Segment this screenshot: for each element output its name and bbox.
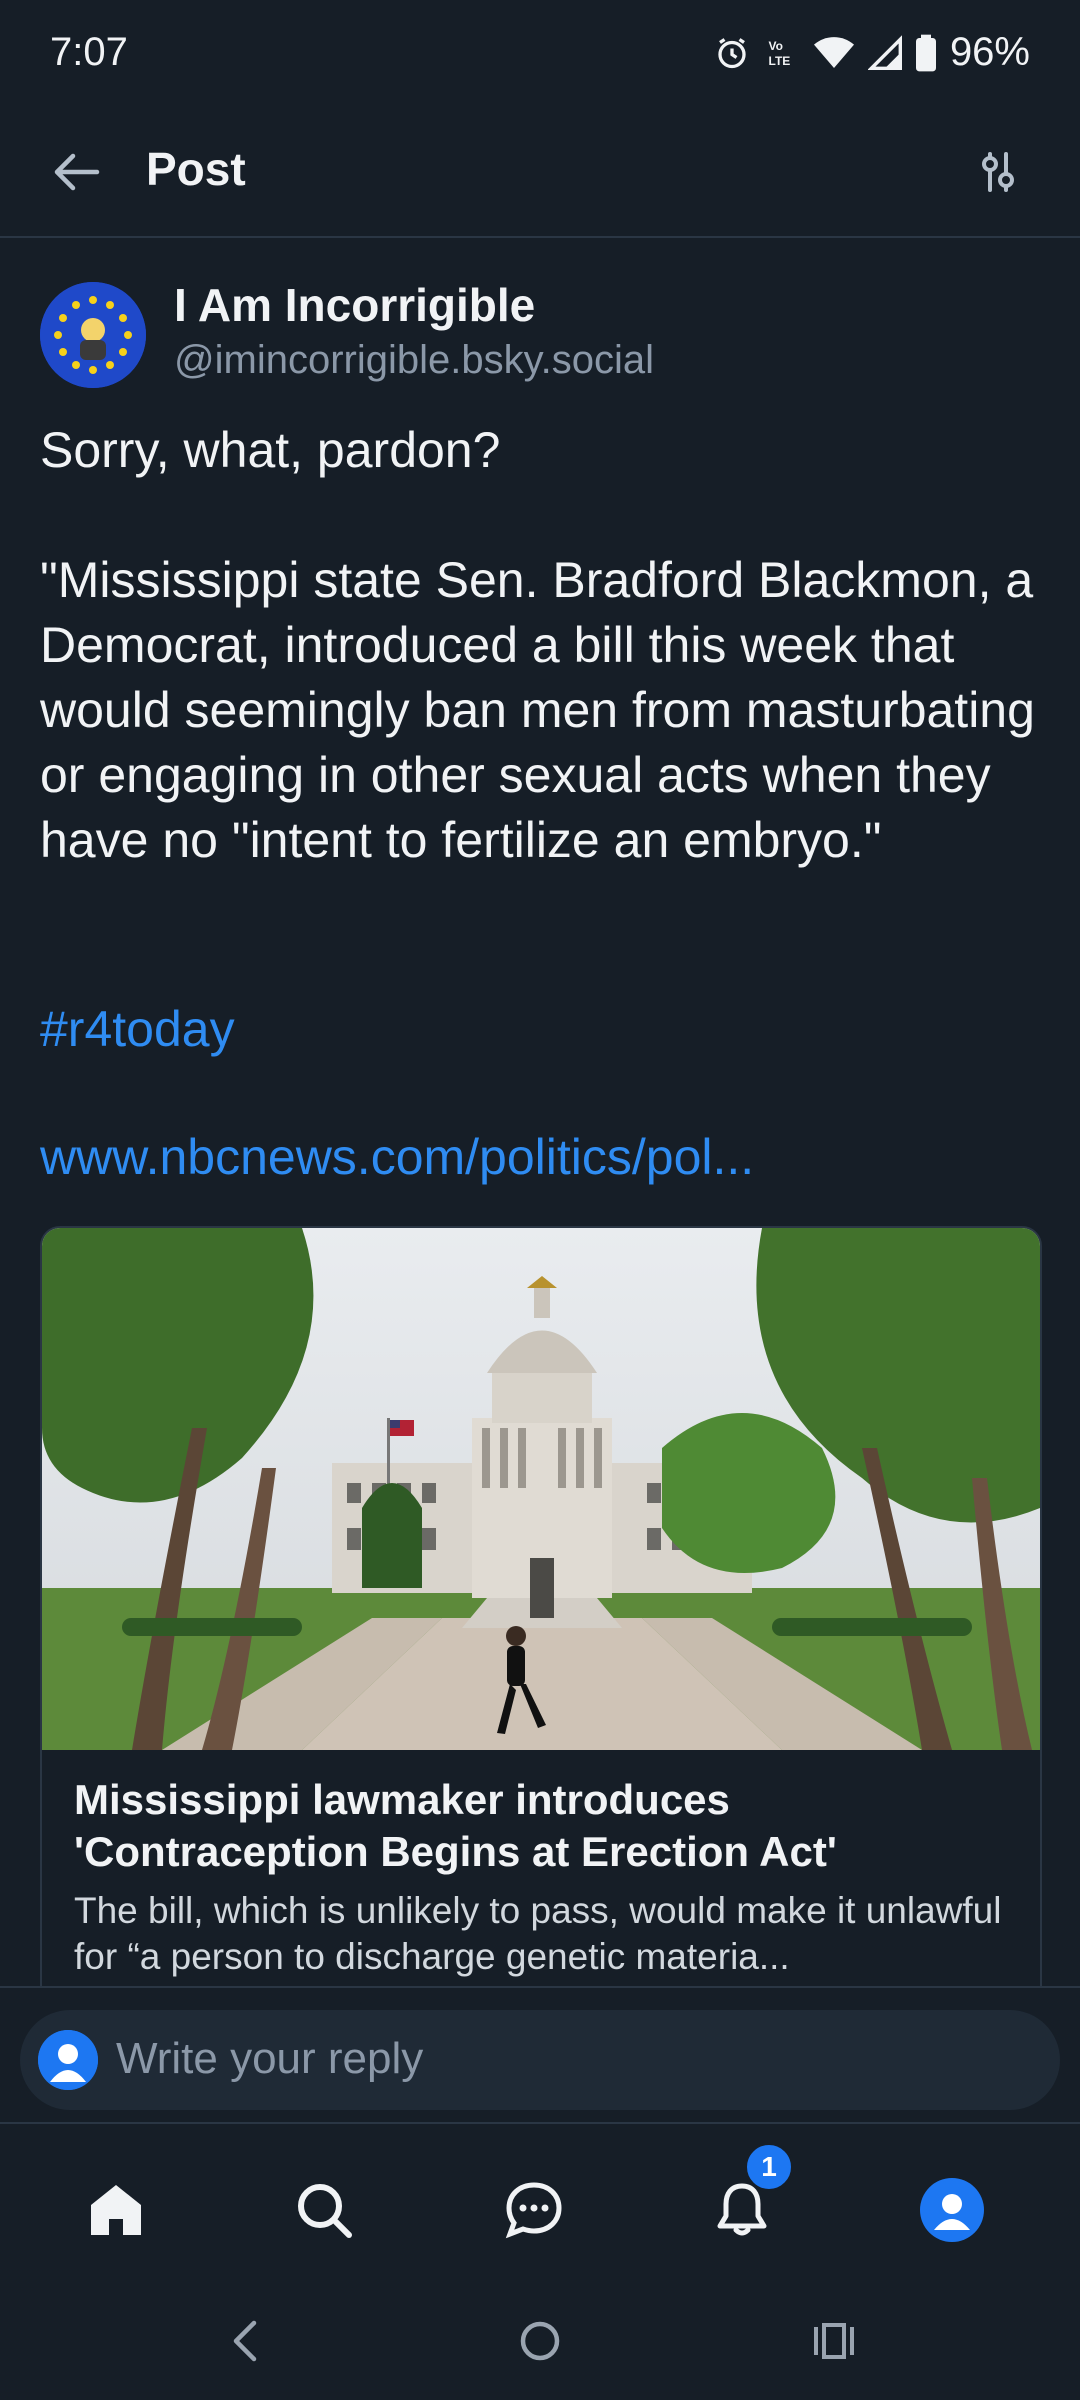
arrow-left-icon xyxy=(54,153,100,191)
signal-icon xyxy=(867,34,902,70)
chat-icon xyxy=(505,2182,562,2239)
post-text: Sorry, what, pardon? "Mississippi state … xyxy=(40,422,1035,868)
link-card-description: The bill, which is unlikely to pass, wou… xyxy=(74,1890,1002,1977)
sliders-icon xyxy=(982,152,1014,192)
page-title: Post xyxy=(146,143,246,195)
link-card-title: Mississippi lawmaker introduces 'Contrac… xyxy=(74,1776,837,1875)
battery-percent: 96% xyxy=(949,30,1030,74)
system-back-button[interactable] xyxy=(205,2306,285,2376)
volte-icon: VoLTE xyxy=(768,39,790,68)
wifi-icon xyxy=(813,36,854,68)
nav-chat[interactable] xyxy=(484,2160,584,2260)
nav-search[interactable] xyxy=(274,2160,374,2260)
user-avatar xyxy=(38,2030,98,2090)
link-preview-card[interactable]: Mississippi lawmaker introduces 'Contrac… xyxy=(40,1226,1042,2030)
profile-icon xyxy=(920,2178,984,2242)
capitol-building-photo xyxy=(42,1228,1040,1750)
search-icon xyxy=(298,2184,352,2238)
back-button[interactable] xyxy=(44,140,108,204)
system-home-button[interactable] xyxy=(500,2306,580,2376)
svg-text:LTE: LTE xyxy=(768,54,790,68)
recents-icon xyxy=(814,2323,854,2359)
author-avatar[interactable] xyxy=(40,282,146,388)
eu-flag-avatar-image xyxy=(40,282,146,388)
hashtag-link[interactable]: #r4today xyxy=(40,1000,235,1058)
chevron-left-icon xyxy=(233,2320,257,2362)
notification-badge: 1 xyxy=(744,2142,794,2192)
external-link[interactable]: www.nbcnews.com/politics/pol... xyxy=(40,1128,754,1186)
author-name[interactable]: I Am Incorrigible xyxy=(174,278,535,332)
status-icons: Vo LTE 96% xyxy=(714,30,1030,75)
thread-settings-button[interactable] xyxy=(958,140,1038,204)
svg-text:Vo: Vo xyxy=(768,39,782,53)
nav-profile[interactable] xyxy=(902,2160,1002,2260)
circle-home-icon xyxy=(520,2321,560,2361)
author-handle[interactable]: @imincorrigible.bsky.social xyxy=(174,338,654,383)
battery-icon xyxy=(915,34,936,71)
home-icon xyxy=(91,2185,141,2235)
reply-placeholder[interactable]: Write your reply xyxy=(116,2034,423,2084)
status-time: 7:07 xyxy=(50,30,128,74)
alarm-icon xyxy=(718,37,746,68)
system-recents-button[interactable] xyxy=(794,2306,874,2376)
default-avatar-icon xyxy=(38,2030,98,2090)
nav-home[interactable] xyxy=(66,2160,166,2260)
